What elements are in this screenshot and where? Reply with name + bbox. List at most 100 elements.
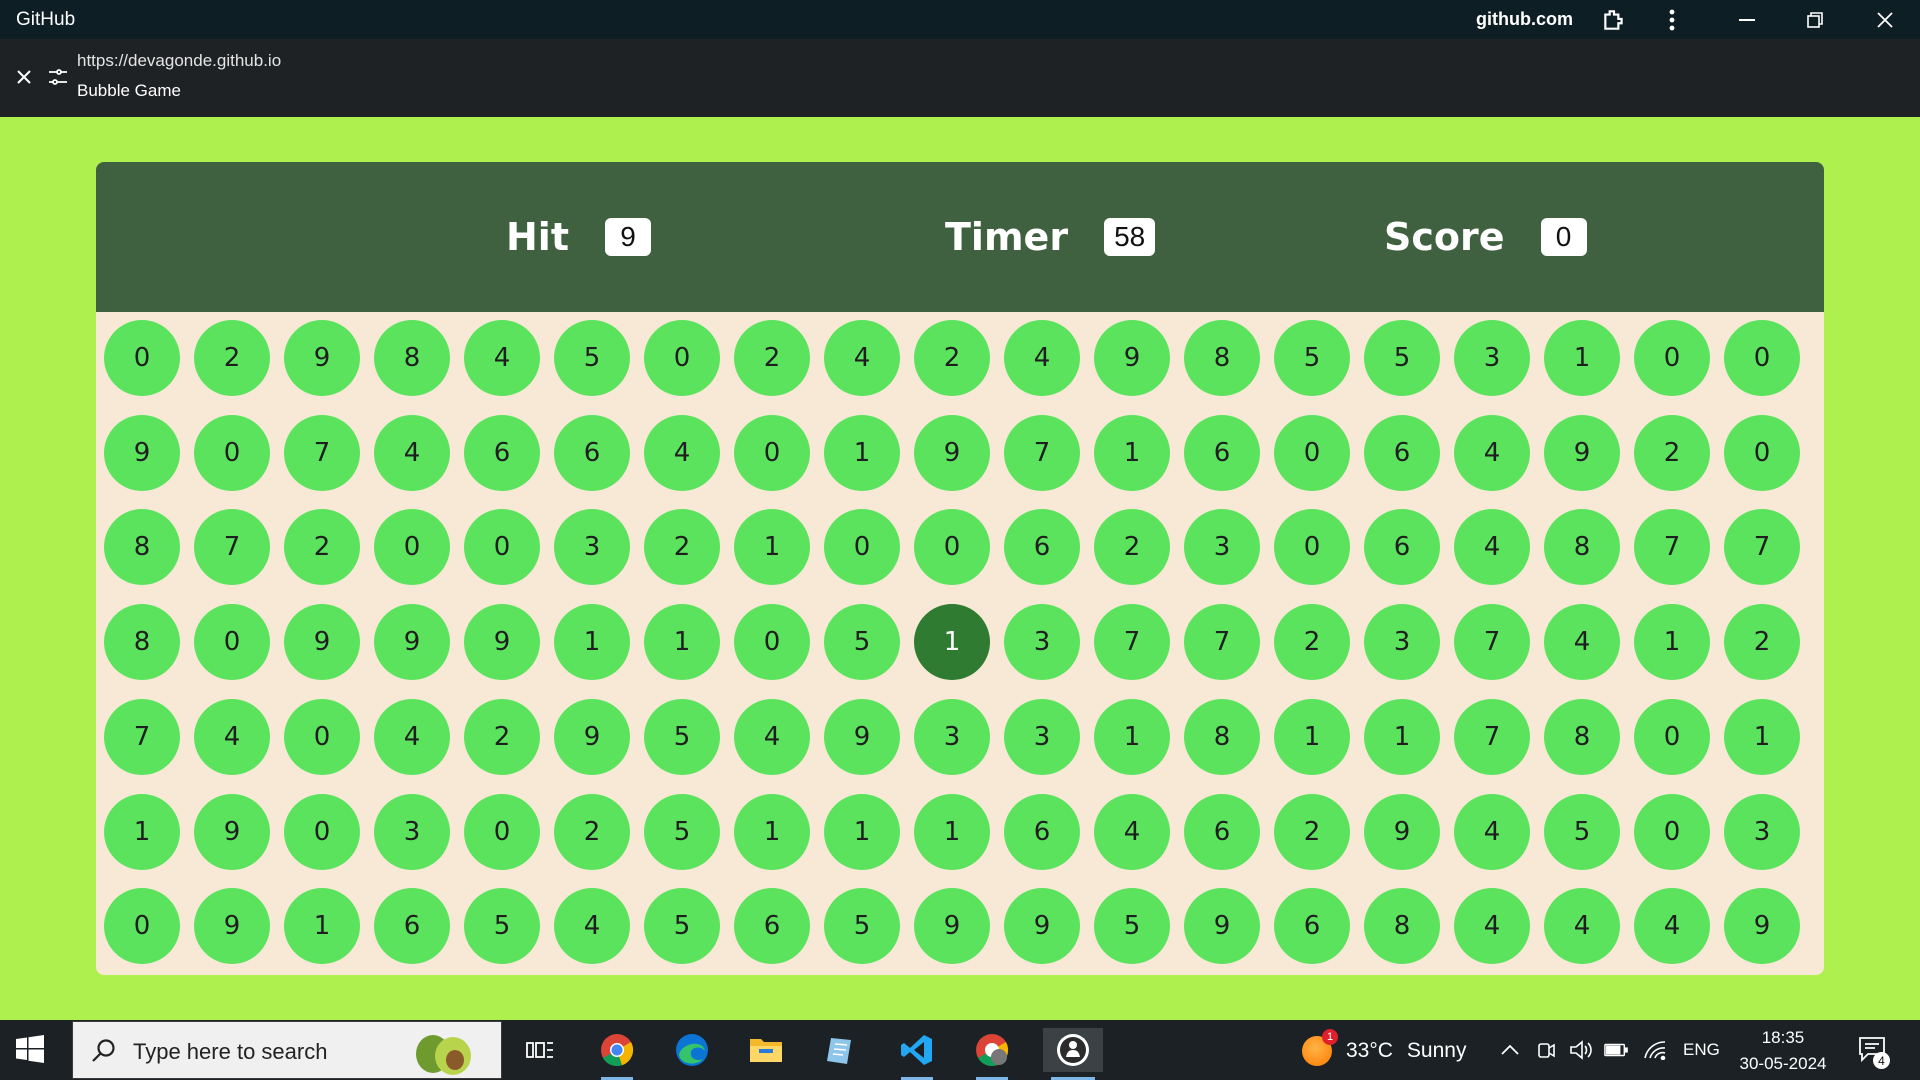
bubble[interactable]: 9 bbox=[554, 699, 630, 775]
clock[interactable]: 18:35 30-05-2024 bbox=[1736, 1025, 1830, 1077]
bubble[interactable]: 2 bbox=[914, 320, 990, 396]
bubble[interactable]: 4 bbox=[374, 415, 450, 491]
bubble[interactable]: 5 bbox=[824, 604, 900, 680]
bubble[interactable]: 4 bbox=[824, 320, 900, 396]
bubble[interactable]: 1 bbox=[734, 794, 810, 870]
bubble[interactable]: 7 bbox=[1094, 604, 1170, 680]
bubble[interactable]: 0 bbox=[104, 320, 180, 396]
bubble[interactable]: 2 bbox=[554, 794, 630, 870]
bubble[interactable]: 2 bbox=[464, 699, 540, 775]
close-window-icon[interactable] bbox=[1860, 0, 1910, 39]
close-tab-icon[interactable] bbox=[12, 65, 36, 89]
windows-start-icon[interactable] bbox=[16, 1035, 46, 1065]
bubble[interactable]: 7 bbox=[1454, 604, 1530, 680]
bubble[interactable]: 0 bbox=[734, 604, 810, 680]
notification-icon[interactable]: 4 bbox=[1858, 1036, 1890, 1069]
bubble[interactable]: 4 bbox=[1454, 888, 1530, 964]
weather-widget[interactable]: 1 33°C Sunny bbox=[1302, 1029, 1466, 1066]
bubble[interactable]: 9 bbox=[1004, 888, 1080, 964]
bubble[interactable]: 9 bbox=[914, 888, 990, 964]
bubble[interactable]: 0 bbox=[1634, 794, 1710, 870]
bubble[interactable]: 7 bbox=[1454, 699, 1530, 775]
bubble[interactable]: 7 bbox=[1724, 509, 1800, 585]
notepad-icon[interactable] bbox=[817, 1028, 865, 1072]
bubble[interactable]: 5 bbox=[644, 699, 720, 775]
bubble[interactable]: 0 bbox=[284, 794, 360, 870]
bubble[interactable]: 3 bbox=[1004, 604, 1080, 680]
bubble[interactable]: 0 bbox=[194, 415, 270, 491]
bubble[interactable]: 2 bbox=[194, 320, 270, 396]
bubble[interactable]: 7 bbox=[104, 699, 180, 775]
language-indicator[interactable]: ENG bbox=[1683, 1040, 1720, 1060]
bubble[interactable]: 5 bbox=[1544, 794, 1620, 870]
bubble[interactable]: 6 bbox=[1364, 415, 1440, 491]
bubble[interactable]: 2 bbox=[1634, 415, 1710, 491]
bubble[interactable]: 0 bbox=[1274, 509, 1350, 585]
wifi-icon[interactable] bbox=[1643, 1038, 1667, 1062]
bubble[interactable]: 8 bbox=[374, 320, 450, 396]
bubble[interactable]: 1 bbox=[1364, 699, 1440, 775]
bubble[interactable]: 0 bbox=[734, 415, 810, 491]
bubble[interactable]: 7 bbox=[1184, 604, 1260, 680]
bubble[interactable]: 0 bbox=[1274, 415, 1350, 491]
bubble[interactable]: 6 bbox=[1004, 509, 1080, 585]
bubble[interactable]: 0 bbox=[464, 509, 540, 585]
bubble[interactable]: 6 bbox=[734, 888, 810, 964]
extensions-icon[interactable] bbox=[1598, 0, 1630, 39]
bubble[interactable]: 9 bbox=[1184, 888, 1260, 964]
bubble[interactable]: 1 bbox=[1634, 604, 1710, 680]
bubble[interactable]: 6 bbox=[1004, 794, 1080, 870]
meet-now-icon[interactable] bbox=[1534, 1038, 1558, 1062]
bubble[interactable]: 7 bbox=[1004, 415, 1080, 491]
bubble[interactable]: 9 bbox=[1544, 415, 1620, 491]
bubble[interactable]: 3 bbox=[554, 509, 630, 585]
bubble[interactable]: 9 bbox=[914, 415, 990, 491]
minimize-icon[interactable] bbox=[1722, 0, 1772, 39]
bubble[interactable]: 0 bbox=[284, 699, 360, 775]
bubble[interactable]: 4 bbox=[1544, 888, 1620, 964]
bubble[interactable]: 9 bbox=[194, 888, 270, 964]
bubble[interactable]: 9 bbox=[374, 604, 450, 680]
bubble[interactable]: 1 bbox=[104, 794, 180, 870]
url-text[interactable]: https://devagonde.github.io bbox=[77, 51, 281, 71]
bubble[interactable]: 5 bbox=[1274, 320, 1350, 396]
bubble[interactable]: 6 bbox=[1184, 415, 1260, 491]
bubble[interactable]: 7 bbox=[1634, 509, 1710, 585]
bubble[interactable]: 3 bbox=[1724, 794, 1800, 870]
bubble[interactable]: 4 bbox=[1454, 509, 1530, 585]
task-view-icon[interactable] bbox=[516, 1028, 564, 1072]
bubble[interactable]: 4 bbox=[644, 415, 720, 491]
bubble[interactable]: 6 bbox=[374, 888, 450, 964]
bubble[interactable]: 4 bbox=[554, 888, 630, 964]
bubble[interactable]: 9 bbox=[284, 320, 360, 396]
bubble[interactable]: 9 bbox=[464, 604, 540, 680]
chrome-profile-icon[interactable] bbox=[968, 1028, 1016, 1080]
bubble[interactable]: 0 bbox=[1724, 320, 1800, 396]
bubble[interactable]: 5 bbox=[644, 888, 720, 964]
bubble[interactable]: 4 bbox=[194, 699, 270, 775]
bubble[interactable]: 9 bbox=[824, 699, 900, 775]
bubble[interactable]: 4 bbox=[1094, 794, 1170, 870]
bubble[interactable]: 8 bbox=[104, 604, 180, 680]
bubble[interactable]: 8 bbox=[1184, 699, 1260, 775]
bubble[interactable]: 1 bbox=[914, 794, 990, 870]
bubble[interactable]: 9 bbox=[284, 604, 360, 680]
bubble[interactable]: 3 bbox=[914, 699, 990, 775]
bubble[interactable]: 8 bbox=[1364, 888, 1440, 964]
bubble[interactable]: 4 bbox=[1004, 320, 1080, 396]
bubble[interactable]: 1 bbox=[1274, 699, 1350, 775]
bubble[interactable]: 0 bbox=[644, 320, 720, 396]
volume-icon[interactable] bbox=[1569, 1038, 1593, 1062]
bubble[interactable]: 8 bbox=[1544, 509, 1620, 585]
bubble[interactable]: 8 bbox=[1544, 699, 1620, 775]
bubble[interactable]: 4 bbox=[1544, 604, 1620, 680]
bubble[interactable]: 1 bbox=[824, 794, 900, 870]
bubble[interactable]: 8 bbox=[104, 509, 180, 585]
bubble[interactable]: 5 bbox=[1364, 320, 1440, 396]
bubble[interactable]: 1 bbox=[1094, 415, 1170, 491]
bubble[interactable]: 2 bbox=[1274, 604, 1350, 680]
bubble[interactable]: 1 bbox=[824, 415, 900, 491]
bubble[interactable]: 9 bbox=[1094, 320, 1170, 396]
bubble[interactable]: 9 bbox=[104, 415, 180, 491]
bubble[interactable]: 0 bbox=[824, 509, 900, 585]
